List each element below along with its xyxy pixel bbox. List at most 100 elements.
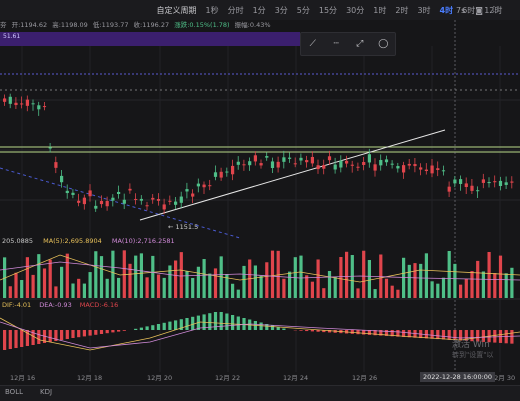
candle-body — [49, 148, 52, 149]
candle-body — [3, 98, 6, 101]
x-tick-label: 12月 22 — [215, 372, 240, 382]
camera-icon[interactable]: ◙ — [475, 6, 483, 15]
macd-bar — [442, 330, 445, 339]
candle-body — [237, 162, 240, 165]
candle-body — [510, 182, 513, 183]
period-4[interactable]: 3分 — [275, 5, 288, 16]
candle-body — [470, 186, 473, 191]
close-value: 收:1196.27 — [134, 21, 170, 29]
macd-bar — [191, 317, 194, 330]
activation-watermark-sub: 转到"设置"以 — [452, 350, 493, 360]
line-tool-icon[interactable]: ⟋ — [304, 39, 322, 49]
period-7[interactable]: 30分 — [346, 5, 364, 16]
candle-body — [180, 197, 183, 203]
period-3[interactable]: 1分 — [253, 5, 266, 16]
volume-bar — [60, 267, 63, 298]
amplitude-value: 振幅:0.43% — [235, 21, 271, 29]
change-value: 涨跌:0.15%(1.78) — [174, 21, 229, 29]
candle-body — [77, 201, 80, 203]
macd-bar — [185, 318, 188, 330]
volume-bar — [242, 266, 245, 298]
candle-body — [288, 158, 291, 159]
ray-tool-icon[interactable]: ┄ — [327, 39, 345, 49]
candle-body — [191, 194, 194, 197]
kline-chart[interactable] — [0, 0, 520, 400]
tab-boll[interactable]: BOLL — [5, 388, 23, 396]
macd-bar — [311, 330, 314, 331]
macd-bar — [146, 326, 149, 330]
volume-bar — [459, 285, 462, 298]
candle-body — [14, 103, 17, 105]
expand-icon[interactable]: ⛶ — [493, 5, 499, 15]
candle-body — [299, 158, 302, 161]
candle-body — [117, 192, 120, 194]
volume-bar — [453, 264, 456, 298]
macd-bar — [299, 330, 302, 331]
candle-body — [351, 165, 354, 166]
candle-body — [37, 105, 40, 109]
drawing-toolbar: ⟋ ┄ ⤢ ◯ — [300, 32, 396, 56]
period-6[interactable]: 15分 — [319, 5, 337, 16]
period-9[interactable]: 2时 — [395, 5, 408, 16]
period-5[interactable]: 5分 — [297, 5, 310, 16]
candle-body — [168, 201, 171, 202]
candle-body — [43, 106, 46, 107]
candle-body — [385, 159, 388, 162]
candle-body — [123, 200, 126, 204]
macd-bar — [123, 330, 126, 331]
tab-kdj[interactable]: KDJ — [40, 388, 52, 396]
candle-body — [32, 103, 35, 104]
volume-bar — [94, 251, 97, 298]
candle-body — [146, 205, 149, 206]
period-1[interactable]: 1秒 — [206, 5, 219, 16]
candle-body — [328, 156, 331, 160]
macd-bar — [174, 320, 177, 330]
candle-body — [362, 162, 365, 165]
candle-body — [134, 199, 137, 200]
high-value: 高:1198.09 — [52, 21, 88, 29]
candle-body — [334, 165, 337, 170]
volume-bar — [436, 284, 439, 298]
volume-bar — [493, 273, 496, 298]
candle-body — [402, 165, 405, 172]
candle-body — [94, 206, 97, 209]
volume-bar — [328, 271, 331, 298]
candle-body — [368, 154, 371, 162]
candle-body — [453, 180, 456, 184]
period-0[interactable]: 自定义周期 — [157, 5, 197, 16]
volume-bar — [157, 275, 160, 298]
circle-tool-icon[interactable]: ◯ — [374, 39, 392, 49]
volume-bar — [265, 262, 268, 298]
volume-bar — [151, 256, 154, 298]
toolbar-right: 7s ◙ ⛶ — [456, 0, 499, 20]
period-8[interactable]: 1时 — [373, 5, 386, 16]
candle-body — [265, 156, 268, 158]
volume-bar — [299, 256, 302, 298]
candle-body — [374, 164, 377, 170]
x-tick-label: 12月 26 — [352, 372, 377, 382]
candle-body — [459, 179, 462, 184]
extend-line-icon[interactable]: ⤢ — [351, 39, 369, 49]
price-band-label: 51.61 — [3, 33, 20, 40]
candle-body — [208, 185, 211, 186]
volume-bar — [510, 268, 513, 298]
candle-body — [231, 166, 234, 174]
macd-bar — [49, 330, 52, 342]
refresh-interval[interactable]: 7s — [456, 6, 465, 15]
volume-bar — [191, 278, 194, 298]
volume-bar — [77, 279, 80, 298]
period-11[interactable]: 4时 — [440, 5, 454, 16]
macd-bar — [237, 317, 240, 331]
period-10[interactable]: 3时 — [417, 5, 430, 16]
period-2[interactable]: 分时 — [228, 5, 244, 16]
candle-body — [54, 162, 57, 168]
macd-bar — [77, 330, 80, 337]
volume-bar — [282, 279, 285, 298]
volume-bar — [146, 277, 149, 298]
macd-bar — [431, 330, 434, 339]
macd-bar — [37, 330, 40, 344]
low-value: 低:1193.77 — [93, 21, 129, 29]
volume-bar — [391, 286, 394, 298]
macd-bar — [83, 330, 86, 336]
candle-body — [448, 187, 451, 192]
